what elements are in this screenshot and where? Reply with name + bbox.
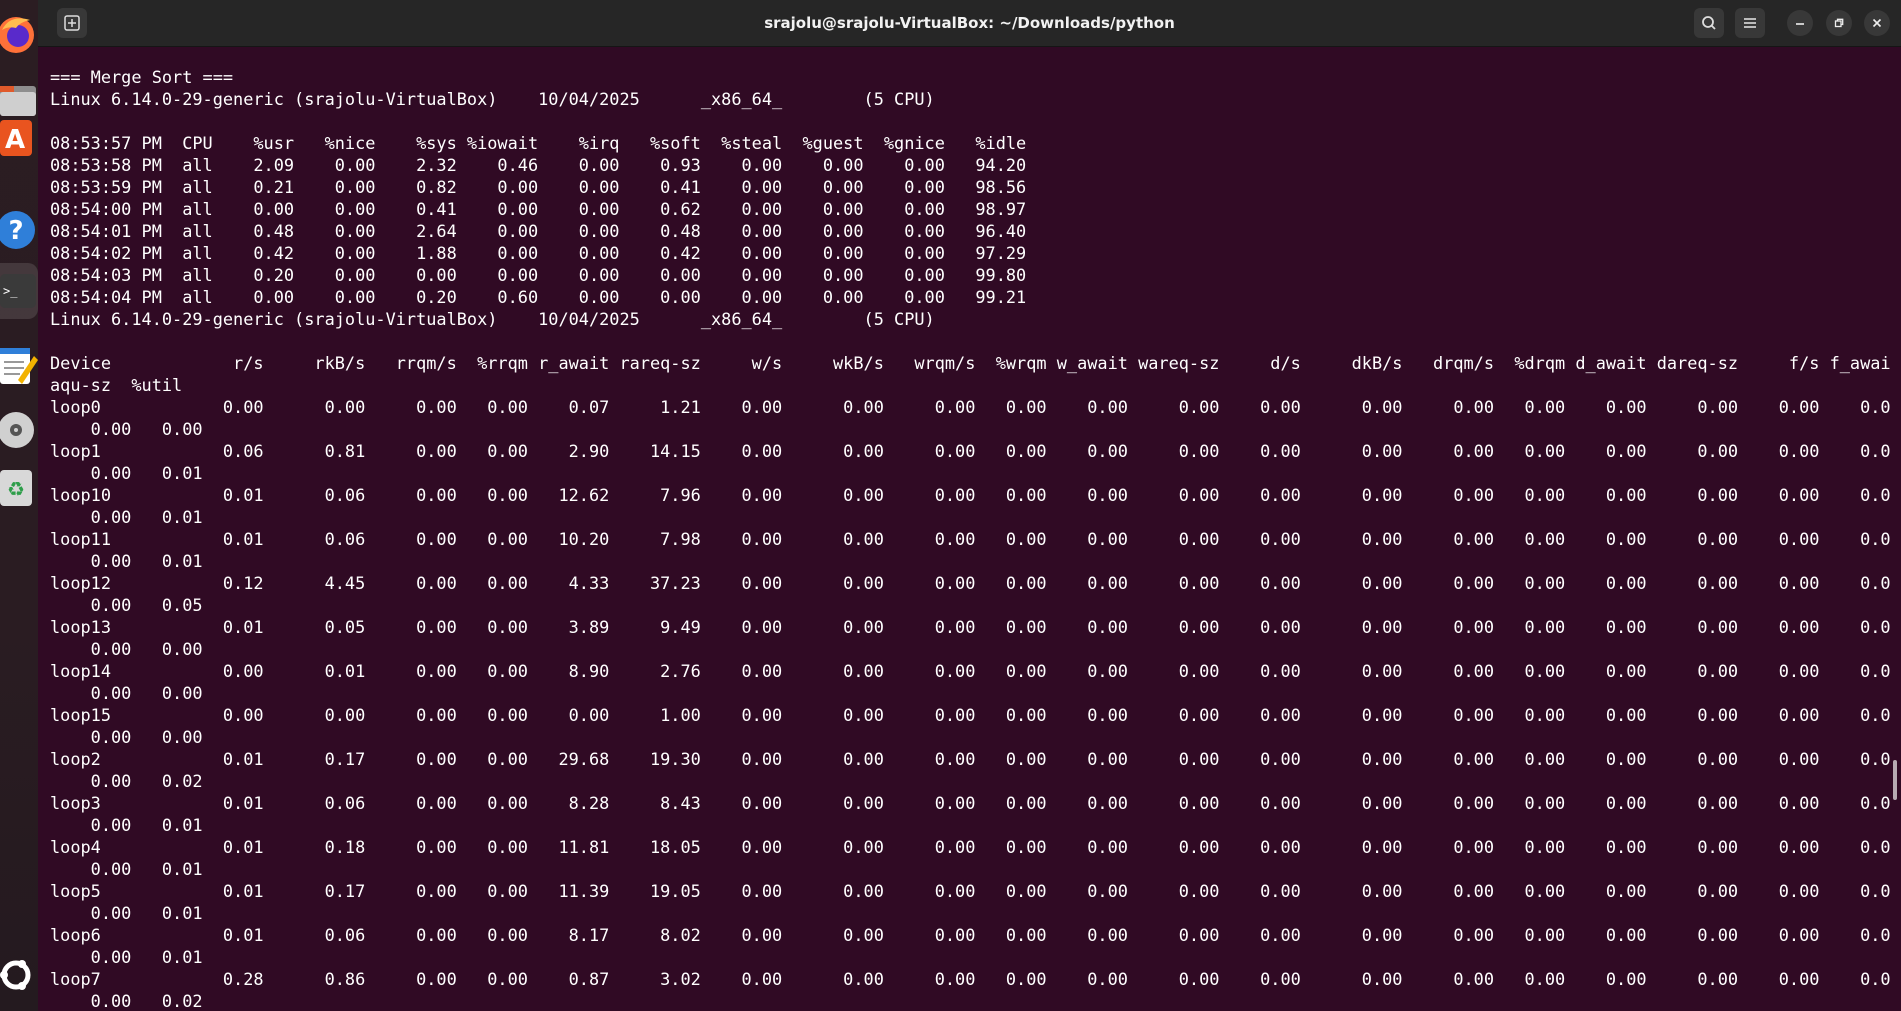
dock-item-terminal[interactable]: >_ [0,263,38,319]
terminal-line: 08:54:03 PM all 0.20 0.00 0.00 0.00 0.00… [50,265,1027,285]
terminal-line: 08:53:57 PM CPU %usr %nice %sys %iowait … [50,133,1027,153]
terminal-line: 0.00 0.02 [50,771,203,791]
terminal-line: 08:53:58 PM all 2.09 0.00 2.32 0.46 0.00… [50,155,1027,175]
terminal-line: loop1 0.06 0.81 0.00 0.00 2.90 14.15 0.0… [50,441,1890,461]
terminal-line: loop0 0.00 0.00 0.00 0.00 0.07 1.21 0.00… [50,397,1890,417]
terminal-line: 0.00 0.05 [50,595,203,615]
terminal-line: Linux 6.14.0-29-generic (srajolu-Virtual… [50,89,935,109]
dock-item-help[interactable]: ? [0,205,38,255]
hamburger-menu-icon [1744,18,1756,28]
terminal-line: loop15 0.00 0.00 0.00 0.00 0.00 1.00 0.0… [50,705,1890,725]
dock-item-show-apps[interactable] [0,950,38,1000]
menu-button[interactable] [1735,8,1765,38]
terminal-line: loop11 0.01 0.06 0.00 0.00 10.20 7.98 0.… [50,529,1890,549]
search-icon [1702,16,1716,30]
minimize-button[interactable] [1787,10,1813,36]
svg-text:♻: ♻ [7,477,25,501]
terminal-line: 0.00 0.02 [50,991,203,1011]
terminal-line: 08:54:00 PM all 0.00 0.00 0.41 0.00 0.00… [50,199,1027,219]
scrollbar-thumb[interactable] [1893,760,1897,800]
svg-text:>_: >_ [3,284,18,298]
terminal-line: loop3 0.01 0.06 0.00 0.00 8.28 8.43 0.00… [50,793,1890,813]
terminal-line: 08:53:59 PM all 0.21 0.00 0.82 0.00 0.00… [50,177,1027,197]
terminal-line: loop4 0.01 0.18 0.00 0.00 11.81 18.05 0.… [50,837,1890,857]
new-tab-icon [64,15,80,31]
terminal-line: loop13 0.01 0.05 0.00 0.00 3.89 9.49 0.0… [50,617,1890,637]
dock: A ? >_ ♻ [0,0,38,1011]
terminal-line: Linux 6.14.0-29-generic (srajolu-Virtual… [50,309,935,329]
text-editor-icon [0,348,38,384]
trash-icon: ♻ [0,470,32,506]
terminal-line: 0.00 0.01 [50,551,203,571]
terminal-line: 0.00 0.01 [50,507,203,527]
terminal-line: aqu-sz %util [50,375,183,395]
terminal-line: loop10 0.01 0.06 0.00 0.00 12.62 7.96 0.… [50,485,1890,505]
terminal-line: 0.00 0.01 [50,859,203,879]
help-icon: ? [0,211,35,249]
close-button[interactable] [1864,10,1890,36]
svg-text:?: ? [8,216,23,246]
restore-icon [1834,18,1844,28]
terminal-line: 0.00 0.00 [50,683,203,703]
terminal-output[interactable]: === Merge Sort === Linux 6.14.0-29-generi… [50,66,1890,1011]
dock-item-disc[interactable] [0,405,38,455]
terminal-line: 0.00 0.00 [50,639,203,659]
terminal-line: 0.00 0.01 [50,463,203,483]
terminal-line: loop2 0.01 0.17 0.00 0.00 29.68 19.30 0.… [50,749,1890,769]
dock-item-app-center[interactable]: A [0,112,38,162]
minimize-icon [1796,23,1804,25]
dock-item-trash[interactable]: ♻ [0,462,38,512]
window-title: srajolu@srajolu-VirtualBox: ~/Downloads/… [764,14,1175,32]
header-bar: srajolu@srajolu-VirtualBox: ~/Downloads/… [38,0,1901,47]
terminal-line: 08:54:01 PM all 0.48 0.00 2.64 0.00 0.00… [50,221,1027,241]
terminal-line: === Merge Sort === [50,67,234,87]
search-button[interactable] [1694,8,1724,38]
terminal-line: 08:54:04 PM all 0.00 0.00 0.20 0.60 0.00… [50,287,1027,307]
terminal-line: Device r/s rkB/s rrqm/s %rrqm r_await ra… [50,353,1890,373]
ubuntu-icon [0,960,31,990]
terminal-line: 0.00 0.01 [50,947,203,967]
terminal-icon: >_ [0,274,36,308]
close-icon [1872,18,1882,28]
terminal-line: 08:54:02 PM all 0.42 0.00 1.88 0.00 0.00… [50,243,1027,263]
terminal-line: 0.00 0.00 [50,727,203,747]
terminal-line: loop7 0.28 0.86 0.00 0.00 0.87 3.02 0.00… [50,969,1890,989]
terminal-line: 0.00 0.01 [50,903,203,923]
firefox-icon [0,17,34,53]
new-tab-button[interactable] [57,8,87,38]
terminal-line: loop12 0.12 4.45 0.00 0.00 4.33 37.23 0.… [50,573,1890,593]
terminal-line: loop5 0.01 0.17 0.00 0.00 11.39 19.05 0.… [50,881,1890,901]
terminal-line: loop6 0.01 0.06 0.00 0.00 8.17 8.02 0.00… [50,925,1890,945]
terminal-line: 0.00 0.00 [50,419,203,439]
app-center-icon: A [0,120,32,156]
terminal-line: 0.00 0.01 [50,815,203,835]
disc-icon [0,412,34,448]
dock-item-firefox[interactable] [0,10,38,60]
dock-item-text-editor[interactable] [0,340,38,390]
svg-text:A: A [5,125,25,155]
restore-button[interactable] [1826,10,1852,36]
terminal-line: loop14 0.00 0.01 0.00 0.00 8.90 2.76 0.0… [50,661,1890,681]
